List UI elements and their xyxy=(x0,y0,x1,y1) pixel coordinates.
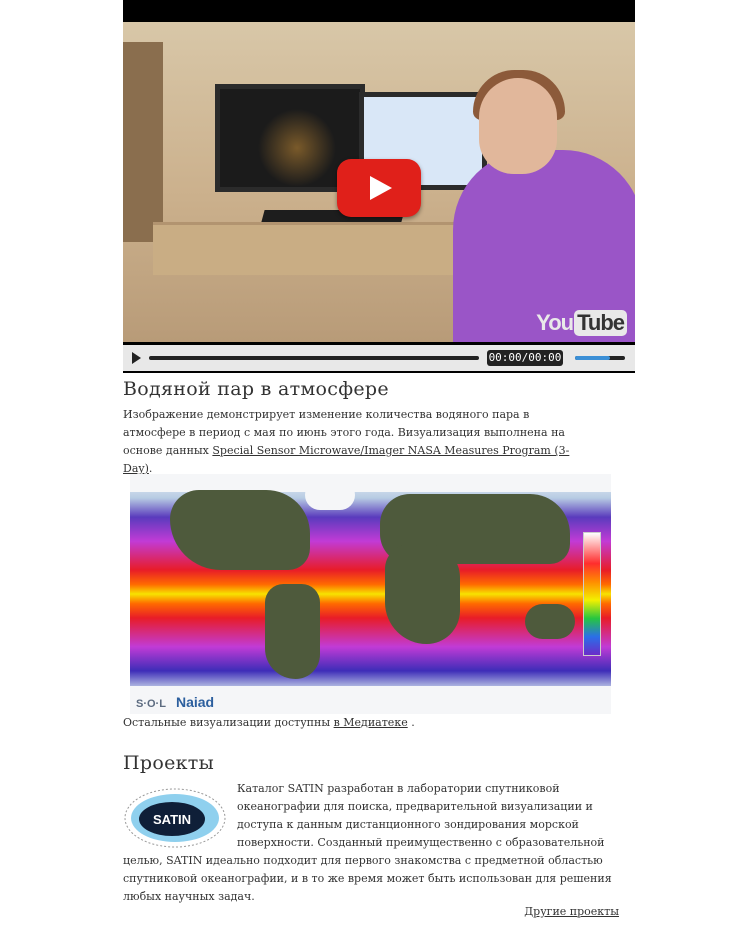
youtube-logo-you: You xyxy=(536,310,574,335)
control-play-icon[interactable] xyxy=(132,352,141,364)
sol-logo: S·O·L xyxy=(136,698,166,710)
map-north-america xyxy=(170,490,310,570)
volume-slider[interactable] xyxy=(575,356,625,360)
map-australia xyxy=(525,604,575,639)
play-icon xyxy=(370,176,392,200)
water-vapor-map-image[interactable]: S·O·L Naiad xyxy=(130,474,611,714)
map-africa xyxy=(385,544,460,644)
satin-logo-text: SATIN xyxy=(153,812,191,827)
map-credits: S·O·L Naiad xyxy=(136,694,214,710)
section-title-projects: Проекты xyxy=(123,752,215,774)
mediateka-link[interactable]: в Медиатеке xyxy=(334,716,408,729)
youtube-logo-tube: Tube xyxy=(574,310,627,336)
satin-logo[interactable]: SATIN xyxy=(122,786,228,850)
video-thumbnail[interactable]: You Tube xyxy=(123,22,635,342)
more-text: Остальные визуализации доступны xyxy=(123,716,334,729)
map-greenland xyxy=(305,480,355,510)
youtube-logo[interactable]: You Tube xyxy=(536,310,627,336)
video-player[interactable]: You Tube 00:00/00:00 xyxy=(123,0,635,373)
naiad-logo: Naiad xyxy=(175,694,215,710)
volume-level xyxy=(575,356,610,360)
article-description: Изображение демонстрирует изменение коли… xyxy=(123,406,593,478)
more-visualizations: Остальные визуализации доступны в Медиат… xyxy=(123,716,415,729)
time-display: 00:00/00:00 xyxy=(487,350,563,366)
youtube-play-button[interactable] xyxy=(337,159,421,217)
section-title-water-vapor: Водяной пар в атмосфере xyxy=(123,378,389,400)
map-colorbar xyxy=(583,532,601,656)
progress-bar[interactable] xyxy=(149,356,479,360)
thumbnail-shelf xyxy=(123,42,163,242)
more-end: . xyxy=(407,716,415,729)
video-controls: 00:00/00:00 xyxy=(123,345,635,371)
thumbnail-person-head xyxy=(479,78,557,174)
other-projects-link[interactable]: Другие проекты xyxy=(524,905,619,918)
map-south-america xyxy=(265,584,320,679)
